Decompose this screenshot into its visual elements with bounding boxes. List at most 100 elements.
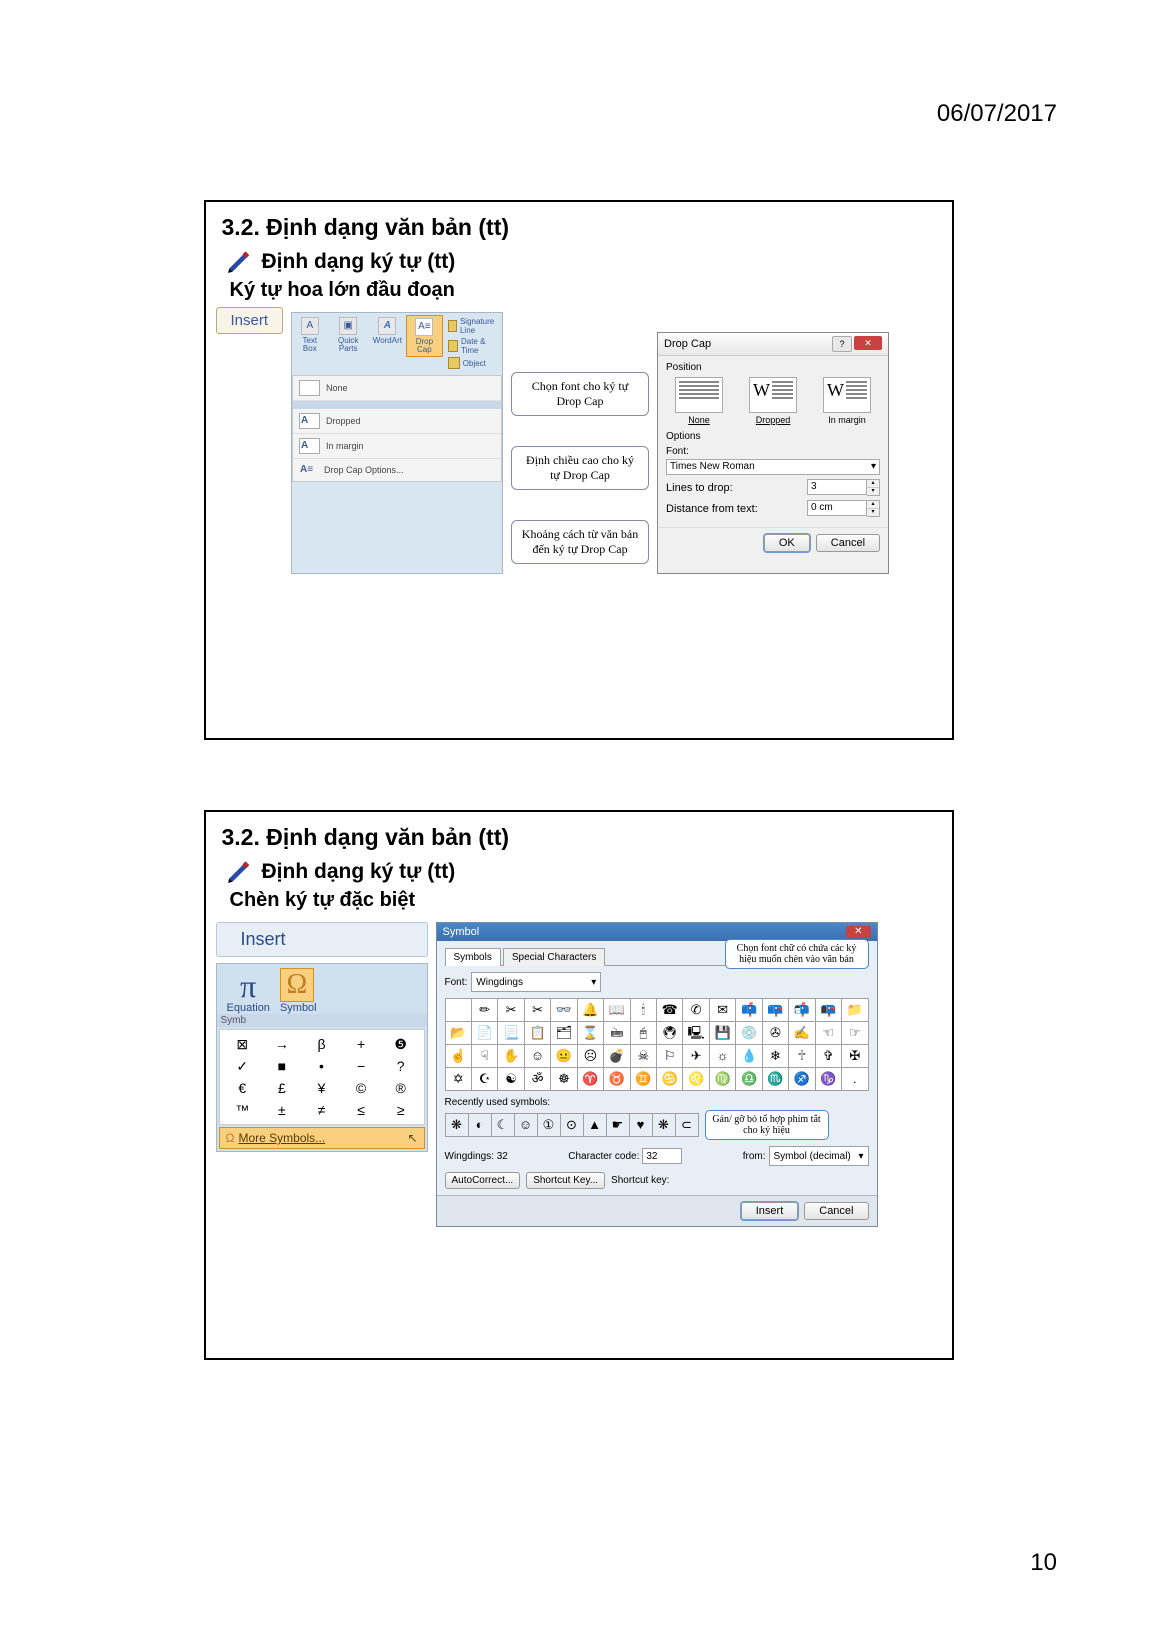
symbol-cell[interactable]: ☹ [578,1045,604,1068]
drop-cap-button[interactable]: A≡Drop Cap [406,315,443,357]
symbol-cell[interactable]: 🗂 [551,1022,577,1045]
symbol-cell[interactable]: . [842,1068,868,1091]
symbol-cell[interactable]: − [342,1056,380,1076]
recent-symbol-cell[interactable]: ⊂ [676,1114,699,1137]
symbol-cell[interactable]: ⊠ [224,1034,262,1054]
from-select[interactable]: Symbol (decimal)▾ [769,1146,869,1166]
symbol-cell[interactable]: ✉ [710,999,736,1022]
symbol-cell[interactable]: 🕯 [631,999,657,1022]
dropcap-options[interactable]: A≡ Drop Cap Options... [293,459,501,481]
symbol-cell[interactable]: ™ [224,1100,262,1120]
symbol-cell[interactable]: → [263,1034,301,1054]
symbol-cell[interactable]: 😐 [551,1045,577,1068]
font-select[interactable]: Wingdings▾ [471,972,601,992]
ok-button[interactable]: OK [764,534,810,552]
symbol-cell[interactable]: 🖰 [631,1022,657,1045]
symbol-cell[interactable]: ☸ [551,1068,577,1091]
symbol-cell[interactable]: ≥ [382,1100,420,1120]
symbol-cell[interactable]: 🖳 [683,1022,709,1045]
symbol-cell[interactable]: ❺ [382,1034,420,1054]
symbol-cell[interactable]: © [342,1078,380,1098]
symbol-cell[interactable] [446,999,472,1022]
symbol-cell[interactable]: ✍ [789,1022,815,1045]
dropcap-inmargin[interactable]: A In margin [293,434,501,459]
lines-spinner[interactable]: 3 ▴▾ [807,479,880,496]
symbol-cell[interactable]: ✡ [446,1068,472,1091]
more-symbols-button[interactable]: Ω More Symbols... ↖ [219,1127,425,1149]
close-button[interactable]: ✕ [854,336,882,350]
recent-symbol-cell[interactable]: ☾ [492,1114,515,1137]
symbol-cell[interactable]: ♉ [604,1068,630,1091]
recent-symbol-cell[interactable]: ❋ [653,1114,676,1137]
symbol-cell[interactable]: 📃 [498,1022,524,1045]
position-none[interactable]: None [666,377,732,425]
symbol-cell[interactable]: • [303,1056,341,1076]
symbol-cell[interactable]: ± [263,1100,301,1120]
symbol-cell[interactable]: ☪ [472,1068,498,1091]
symbol-cell[interactable]: ♊ [631,1068,657,1091]
symbol-cell[interactable]: 🕆 [789,1045,815,1068]
cancel-button[interactable]: Cancel [816,534,880,552]
symbol-cell[interactable]: ≠ [303,1100,341,1120]
wordart-button[interactable]: AWordArt [371,315,404,347]
symbol-cell[interactable]: ✆ [683,999,709,1022]
symbol-cell[interactable]: ✋ [498,1045,524,1068]
object-button[interactable]: Object [446,356,499,370]
symbol-cell[interactable]: ✓ [224,1056,262,1076]
symbol-cell[interactable]: ✂ [498,999,524,1022]
symbol-cell[interactable]: ✂ [525,999,551,1022]
symbol-cell[interactable]: 👓 [551,999,577,1022]
recent-symbols[interactable]: ❋◐☾☺①⊙▲☛♥❋⊂ [445,1113,699,1137]
font-select[interactable]: Times New Roman▾ [666,459,880,475]
tab-symbols[interactable]: Symbols [445,948,501,966]
date-time-button[interactable]: Date & Time [446,336,499,356]
symbol-cell[interactable]: β [303,1034,341,1054]
recent-symbol-cell[interactable]: ⊙ [561,1114,584,1137]
symbol-cell[interactable]: 🖮 [604,1022,630,1045]
symbol-cell[interactable]: ♑ [816,1068,842,1091]
symbol-cell[interactable]: ≤ [342,1100,380,1120]
symbol-cell[interactable]: ¥ [303,1078,341,1098]
symbol-cell[interactable]: 💿 [736,1022,762,1045]
symbol-cell[interactable]: + [342,1034,380,1054]
symbol-cell[interactable]: ♐ [789,1068,815,1091]
recent-symbol-cell[interactable]: ① [538,1114,561,1137]
symbol-cell[interactable]: 📂 [446,1022,472,1045]
insert-button[interactable]: Insert [741,1202,799,1220]
tab-special-chars[interactable]: Special Characters [503,948,605,966]
symbol-cell[interactable]: ☜ [816,1022,842,1045]
insert-tab[interactable]: Insert [216,307,284,334]
symbol-cell[interactable]: ❄ [763,1045,789,1068]
symbol-cell[interactable]: ✇ [763,1022,789,1045]
symbol-button[interactable]: Ω Symbol [280,968,317,1014]
recent-symbol-cell[interactable]: ❋ [446,1114,469,1137]
symbol-cell[interactable]: 📪 [763,999,789,1022]
shortcut-key-button[interactable]: Shortcut Key... [526,1172,605,1189]
symbol-cell[interactable]: ☠ [631,1045,657,1068]
dropcap-none[interactable]: None [293,376,501,401]
symbol-cell[interactable]: ☯ [498,1068,524,1091]
recent-symbol-cell[interactable]: ☛ [607,1114,630,1137]
symbol-cell[interactable]: 🖲 [657,1022,683,1045]
symbol-cell[interactable]: ✞ [816,1045,842,1068]
symbol-cell[interactable]: 📄 [472,1022,498,1045]
symbol-cell[interactable]: € [224,1078,262,1098]
help-button[interactable]: ? [832,336,852,352]
symbol-cell[interactable]: 📭 [816,999,842,1022]
equation-button[interactable]: π Equation [227,970,270,1014]
symbol-cell[interactable]: £ [263,1078,301,1098]
signature-line-button[interactable]: Signature Line [446,316,499,336]
symbol-cell[interactable]: ☼ [710,1045,736,1068]
symbol-cell[interactable]: 📫 [736,999,762,1022]
dropcap-dropped[interactable]: A Dropped [293,409,501,434]
symbol-cell[interactable]: ♈ [578,1068,604,1091]
position-inmargin[interactable]: W In margin [814,377,880,425]
symbol-cell[interactable]: ☝ [446,1045,472,1068]
symbol-cell[interactable]: 📋 [525,1022,551,1045]
position-dropped[interactable]: W Dropped [740,377,806,425]
recent-symbol-cell[interactable]: ▲ [584,1114,607,1137]
symbol-cell[interactable]: ♌ [683,1068,709,1091]
symbol-cell[interactable]: ♎ [736,1068,762,1091]
recent-symbol-cell[interactable]: ♥ [630,1114,653,1137]
symbol-cell[interactable]: 💧 [736,1045,762,1068]
